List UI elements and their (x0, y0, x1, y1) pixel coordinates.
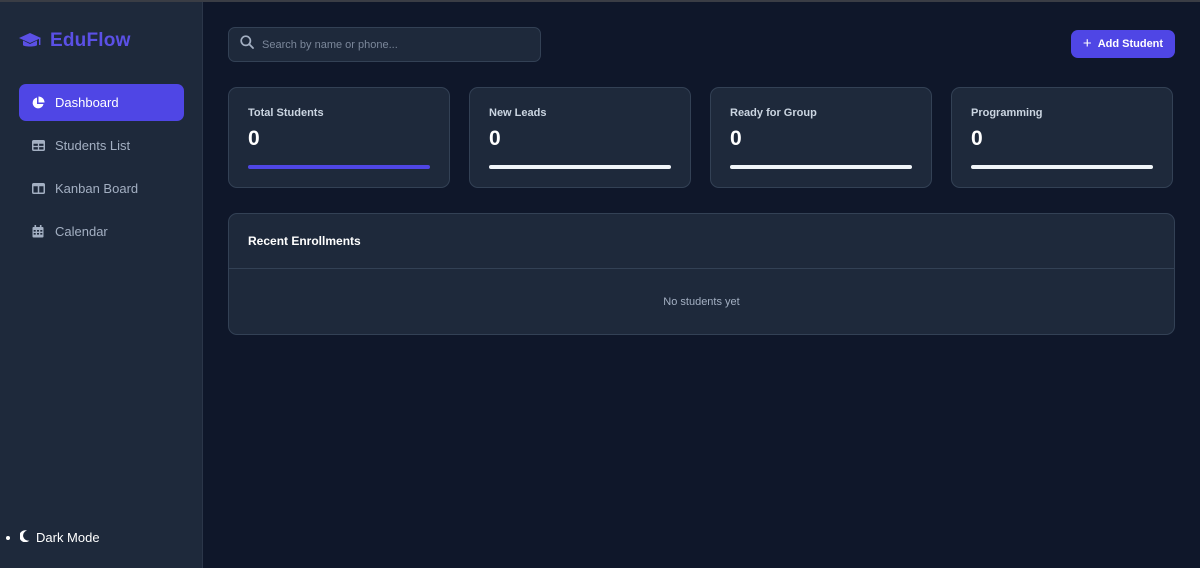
sidebar-item-calendar[interactable]: Calendar (19, 213, 184, 250)
main-content: + Add Student Total Students 0 New Leads… (203, 2, 1200, 568)
sidebar-item-kanban-board[interactable]: Kanban Board (19, 170, 184, 207)
stat-title: New Leads (489, 107, 547, 119)
sidebar-item-students-list[interactable]: Students List (19, 127, 184, 164)
stat-card-total-students: Total Students 0 (228, 87, 450, 188)
list-bullet (6, 535, 10, 540)
sidebar-item-label: Dashboard (55, 95, 119, 110)
stat-value: 0 (248, 127, 260, 150)
add-student-label: Add Student (1097, 38, 1164, 50)
calendar-icon (31, 225, 45, 239)
panel-header: Recent Enrollments (229, 214, 1174, 269)
stat-title: Ready for Group (730, 107, 817, 119)
stat-bar (971, 165, 1153, 169)
pie-chart-icon (31, 96, 45, 110)
search-icon (240, 35, 254, 54)
stat-value: 0 (730, 127, 742, 150)
stat-bar (248, 165, 430, 169)
sidebar-item-label: Kanban Board (55, 181, 139, 196)
dark-mode-label: Dark Mode (36, 530, 100, 545)
recent-enrollments-panel: Recent Enrollments No students yet (228, 213, 1175, 335)
stat-card-programming: Programming 0 (951, 87, 1173, 188)
add-student-button[interactable]: + Add Student (1071, 30, 1175, 58)
search-bar[interactable] (228, 27, 541, 62)
search-input[interactable] (262, 38, 532, 51)
moon-icon (19, 530, 30, 545)
sidebar-item-label: Calendar (55, 224, 108, 239)
columns-icon (31, 182, 45, 196)
sidebar: EduFlow Dashboard Students List Kanban B… (0, 2, 203, 568)
graduation-cap-icon (18, 31, 42, 51)
stat-bar (730, 165, 912, 169)
empty-state-text: No students yet (663, 296, 740, 308)
stat-bar (489, 165, 671, 169)
stat-value: 0 (971, 127, 983, 150)
stat-card-new-leads: New Leads 0 (469, 87, 691, 188)
dark-mode-toggle[interactable]: Dark Mode (6, 530, 100, 545)
app-root: EduFlow Dashboard Students List Kanban B… (0, 2, 1200, 568)
panel-title: Recent Enrollments (248, 234, 361, 248)
stats-row: Total Students 0 New Leads 0 Ready for G… (228, 87, 1173, 188)
brand[interactable]: EduFlow (18, 30, 131, 52)
table-icon (31, 139, 45, 153)
stat-title: Total Students (248, 107, 324, 119)
plus-icon: + (1082, 35, 1092, 52)
stat-value: 0 (489, 127, 501, 150)
stat-card-ready-for-group: Ready for Group 0 (710, 87, 932, 188)
brand-name: EduFlow (50, 30, 131, 51)
sidebar-item-dashboard[interactable]: Dashboard (19, 84, 184, 121)
sidebar-item-label: Students List (55, 138, 131, 153)
sidebar-nav: Dashboard Students List Kanban Board Cal… (19, 84, 184, 256)
stat-title: Programming (971, 107, 1043, 119)
